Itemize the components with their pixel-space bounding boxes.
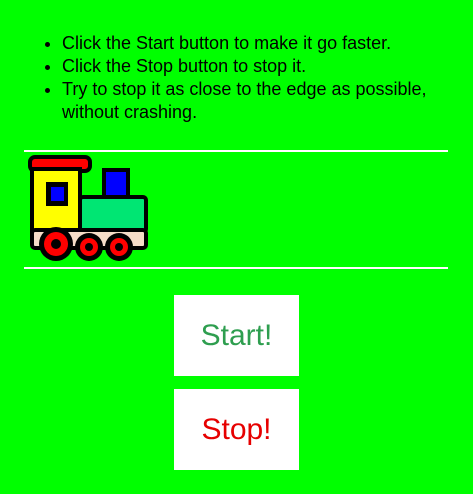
- instructions-list: Click the Start button to make it go fas…: [24, 32, 473, 124]
- stop-button[interactable]: Stop!: [174, 389, 299, 470]
- instruction-stop: Click the Stop button to stop it.: [62, 55, 473, 78]
- instruction-start: Click the Start button to make it go fas…: [62, 32, 473, 55]
- train-icon: [28, 155, 148, 261]
- instruction-goal: Try to stop it as close to the edge as p…: [62, 78, 473, 124]
- train-track: [24, 150, 448, 269]
- start-button[interactable]: Start!: [174, 295, 299, 376]
